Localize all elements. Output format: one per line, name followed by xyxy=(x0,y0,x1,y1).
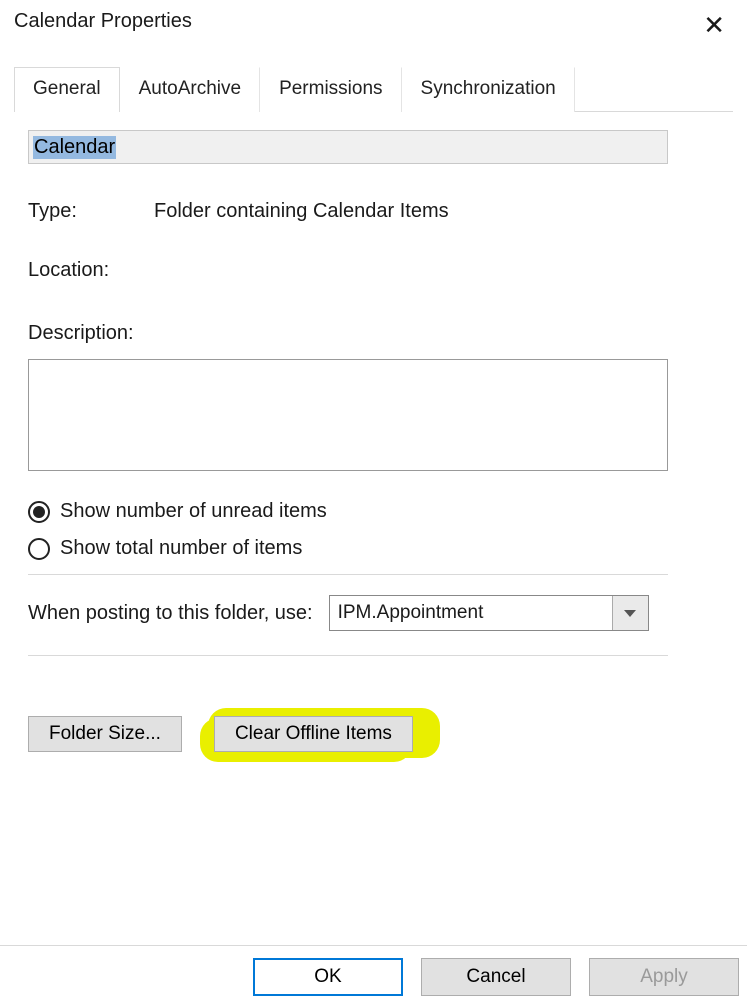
type-label: Type: xyxy=(28,200,154,223)
radio-icon xyxy=(28,538,50,560)
dialog-button-bar: OK Cancel Apply xyxy=(0,945,747,1006)
posting-type-select[interactable]: IPM.Appointment xyxy=(329,595,649,631)
folder-size-button[interactable]: Folder Size... xyxy=(28,716,182,752)
dialog-title: Calendar Properties xyxy=(14,10,192,33)
divider xyxy=(28,574,668,575)
posting-type-value: IPM.Appointment xyxy=(330,596,612,630)
dropdown-button[interactable] xyxy=(612,596,648,630)
folder-name-value: Calendar xyxy=(33,136,116,159)
type-value: Folder containing Calendar Items xyxy=(154,200,449,223)
radio-icon xyxy=(28,501,50,523)
description-label: Description: xyxy=(28,322,719,345)
radio-show-unread[interactable]: Show number of unread items xyxy=(28,500,719,523)
divider xyxy=(28,655,668,656)
tab-strip: General AutoArchive Permissions Synchron… xyxy=(14,66,733,112)
radio-show-unread-label: Show number of unread items xyxy=(60,500,327,523)
radio-show-total-label: Show total number of items xyxy=(60,537,302,560)
tab-general[interactable]: General xyxy=(14,67,120,112)
clear-offline-items-button[interactable]: Clear Offline Items xyxy=(214,716,413,752)
apply-button: Apply xyxy=(589,958,739,996)
cancel-button[interactable]: Cancel xyxy=(421,958,571,996)
tab-autoarchive[interactable]: AutoArchive xyxy=(120,67,260,112)
ok-button[interactable]: OK xyxy=(253,958,403,996)
description-input[interactable] xyxy=(28,359,668,471)
folder-name-input[interactable]: Calendar xyxy=(28,130,668,164)
posting-label: When posting to this folder, use: xyxy=(28,602,313,625)
tab-permissions[interactable]: Permissions xyxy=(260,67,401,112)
close-icon[interactable]: ✕ xyxy=(695,10,733,40)
location-label: Location: xyxy=(28,259,154,282)
tab-synchronization[interactable]: Synchronization xyxy=(402,67,575,112)
radio-show-total[interactable]: Show total number of items xyxy=(28,537,719,560)
chevron-down-icon xyxy=(624,610,636,617)
show-count-radio-group: Show number of unread items Show total n… xyxy=(28,500,719,560)
